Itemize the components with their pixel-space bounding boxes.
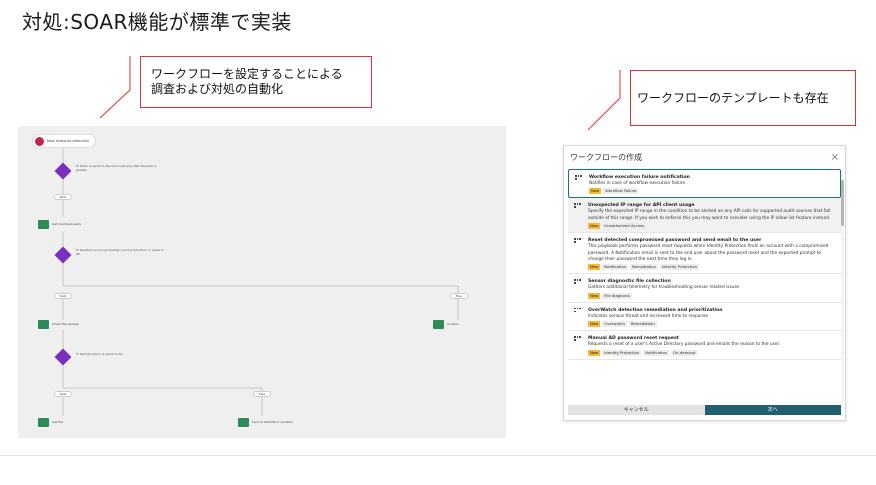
create-workflow-dialog: ワークフローの作成 × Workflow execution failure n… xyxy=(563,145,846,421)
workflow-template-icon xyxy=(575,175,582,180)
trigger-label: New endpoint detection xyxy=(47,139,89,143)
tag: Workflow Failure xyxy=(603,188,639,195)
callout-workflow-text: ワークフローを設定することによる 調査および対処の自動化 xyxy=(151,67,343,96)
tag-new: New xyxy=(588,292,601,299)
action-3a[interactable]: Get file xyxy=(38,416,63,428)
action-3a-label: Get file xyxy=(52,420,63,424)
action-2a-label: Check file sample xyxy=(52,322,79,326)
tag: On-demand xyxy=(671,349,698,356)
template-description: Indicates serious threat and increased t… xyxy=(588,313,708,319)
action-icon xyxy=(433,319,444,329)
workflow-template-icon xyxy=(574,279,581,284)
tag-new: New xyxy=(589,188,602,195)
action-3b-label: Launch SHA256 in sandbox xyxy=(252,420,294,424)
tag: Notification xyxy=(602,264,629,271)
callout-template-text: ワークフローのテンプレートも存在 xyxy=(637,91,829,105)
tag: Overwatch xyxy=(602,321,627,328)
action-icon xyxy=(38,319,49,329)
template-item[interactable]: OverWatch detection remediation and prio… xyxy=(568,303,841,332)
action-2b-label: Contain xyxy=(447,322,459,326)
cancel-button[interactable]: キャンセル xyxy=(568,405,705,415)
next-button[interactable]: 次へ xyxy=(704,405,841,415)
callout-workflow: ワークフローを設定することによる 調査および対処の自動化 xyxy=(140,56,372,108)
template-description: Gathers additional telemetry for trouble… xyxy=(588,285,740,291)
template-name: OverWatch detection remediation and prio… xyxy=(588,307,723,313)
condition-1-label: IF Tactic is equal to Machine Learning A… xyxy=(76,164,157,172)
close-icon[interactable]: × xyxy=(831,152,839,163)
scrollbar-thumb[interactable] xyxy=(841,180,844,226)
workflow-template-icon xyxy=(574,238,581,243)
callout-template: ワークフローのテンプレートも存在 xyxy=(630,70,856,126)
branch-3b[interactable]: Else xyxy=(253,391,271,397)
tag-new: New xyxy=(588,223,601,230)
tag: Notification xyxy=(643,349,670,356)
divider xyxy=(0,455,876,456)
template-list[interactable]: Workflow execution failure notification … xyxy=(568,169,841,407)
tag: Identity Protection xyxy=(660,264,699,271)
template-description: Specify the expected IP range in the con… xyxy=(588,209,831,221)
template-item[interactable]: Workflow execution failure notification … xyxy=(568,169,841,199)
tag-new: New xyxy=(588,264,601,271)
template-description: Notifies in case of workflow execution f… xyxy=(589,181,686,186)
branch-2a[interactable]: Next xyxy=(54,293,72,299)
action-3b[interactable]: Launch SHA256 in sandbox xyxy=(238,416,293,428)
workflow-canvas[interactable]: New endpoint detection IF Tactic is equa… xyxy=(18,126,506,438)
scrollbar[interactable] xyxy=(841,170,844,406)
action-1[interactable]: Get members quite xyxy=(38,218,81,230)
template-item[interactable]: Reset detected compromised password and … xyxy=(568,233,841,275)
tag-new: New xyxy=(588,321,601,328)
template-description: Requests a reset of a user's Active Dire… xyxy=(588,342,781,348)
condition-3-label: IF Sample action is equal to No xyxy=(76,352,123,356)
tag: Remediation xyxy=(630,264,658,271)
workflow-template-icon xyxy=(574,203,581,208)
condition-2-label: IF Sandbox score percentage count is les… xyxy=(76,248,165,256)
workflow-trigger[interactable]: New endpoint detection xyxy=(32,134,96,148)
template-item[interactable]: Sensor diagnostic file collection Gather… xyxy=(568,274,841,303)
action-1-label: Get members quite xyxy=(52,222,82,226)
branch-3a[interactable]: Next xyxy=(54,391,72,397)
action-2b[interactable]: Contain xyxy=(433,318,459,330)
template-description: This playbook performs password reset re… xyxy=(588,244,829,263)
workflow-template-icon xyxy=(574,336,581,341)
branch-1[interactable]: Next xyxy=(54,194,72,200)
page-title: 対処:SOAR機能が標準で実装 xyxy=(22,10,292,34)
trigger-icon xyxy=(35,137,44,146)
dialog-footer: キャンセル 次へ xyxy=(568,405,841,415)
tag: Remediation xyxy=(628,321,657,328)
tag: Identity Protection xyxy=(602,349,642,356)
action-2a[interactable]: Check file sample xyxy=(38,318,79,330)
template-name: Workflow execution failure notification xyxy=(589,175,690,180)
action-icon xyxy=(38,417,49,427)
action-icon xyxy=(238,417,249,427)
tag-new: New xyxy=(588,349,601,356)
tag: Unauthorized Access xyxy=(602,223,646,230)
template-item[interactable]: Manual AD password reset request Request… xyxy=(568,331,841,360)
workflow-template-icon xyxy=(574,307,581,313)
action-icon xyxy=(38,219,49,229)
dialog-title: ワークフローの作成 xyxy=(570,152,642,162)
template-item[interactable]: Unexpected IP range for API client usage… xyxy=(568,198,841,234)
branch-2b[interactable]: Else xyxy=(450,293,468,299)
tag: File diagnosis xyxy=(602,292,632,299)
dialog-header: ワークフローの作成 × xyxy=(564,146,845,168)
